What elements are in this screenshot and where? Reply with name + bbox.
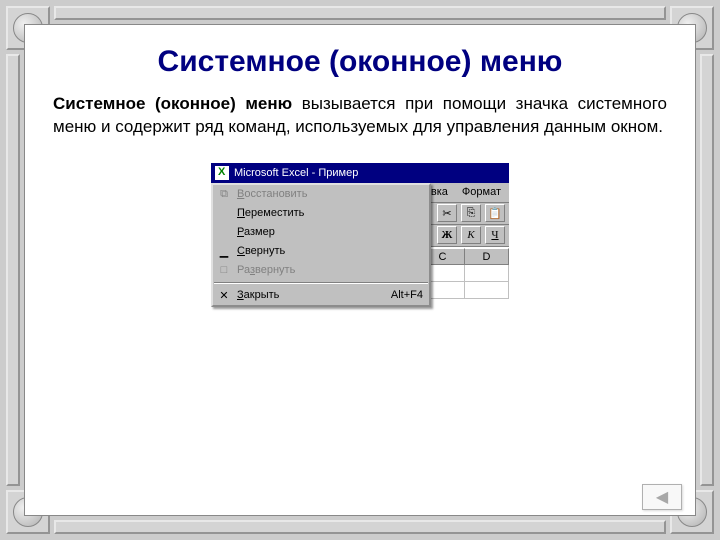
- menu-item-move[interactable]: Переместить: [213, 204, 429, 223]
- col-header-d[interactable]: D: [465, 248, 509, 265]
- italic-button[interactable]: К: [461, 226, 481, 244]
- window-titlebar[interactable]: Microsoft Excel - Пример: [211, 163, 509, 183]
- paste-button[interactable]: 📋: [485, 204, 505, 222]
- frame-edge-right: [700, 54, 714, 486]
- excel-screenshot: Microsoft Excel - Пример тавка Формат ✂ …: [211, 163, 509, 299]
- cut-button[interactable]: ✂: [437, 204, 457, 222]
- menu-item-maximize: □ Развернуть: [213, 261, 429, 280]
- bold-button[interactable]: Ж: [437, 226, 457, 244]
- window-title: Microsoft Excel - Пример: [234, 167, 358, 179]
- slide: Системное (оконное) меню Системное (окон…: [24, 24, 696, 516]
- menu-item-restore: ⧉ Восстановить: [213, 185, 429, 204]
- minimize-icon: ▁: [217, 245, 231, 258]
- body-lead: Системное (оконное) меню: [53, 94, 292, 113]
- system-menu-popup: ⧉ Восстановить Переместить Размер ▁ Свер…: [211, 183, 431, 307]
- frame-edge-top: [54, 6, 666, 20]
- restore-icon: ⧉: [217, 188, 231, 201]
- slide-body: Системное (оконное) меню вызывается при …: [53, 93, 667, 139]
- system-menu-icon[interactable]: [215, 166, 229, 180]
- chevron-left-icon: ◀: [656, 487, 668, 507]
- frame-edge-left: [6, 54, 20, 486]
- slide-title: Системное (оконное) меню: [53, 45, 667, 79]
- cell[interactable]: [465, 282, 509, 299]
- menu-item-minimize[interactable]: ▁ Свернуть: [213, 242, 429, 261]
- menu-item-close[interactable]: ✕ Закрыть Alt+F4: [213, 286, 429, 305]
- cell[interactable]: [465, 265, 509, 282]
- prev-slide-button[interactable]: ◀: [642, 484, 682, 510]
- underline-button[interactable]: Ч: [485, 226, 505, 244]
- menubar-item-format[interactable]: Формат: [456, 184, 507, 200]
- copy-button[interactable]: ⎘: [461, 204, 481, 222]
- close-icon: ✕: [217, 289, 231, 302]
- menu-item-size[interactable]: Размер: [213, 223, 429, 242]
- shortcut-label: Alt+F4: [391, 289, 423, 301]
- maximize-icon: □: [217, 264, 231, 276]
- menu-separator: [214, 282, 428, 284]
- frame-edge-bottom: [54, 520, 666, 534]
